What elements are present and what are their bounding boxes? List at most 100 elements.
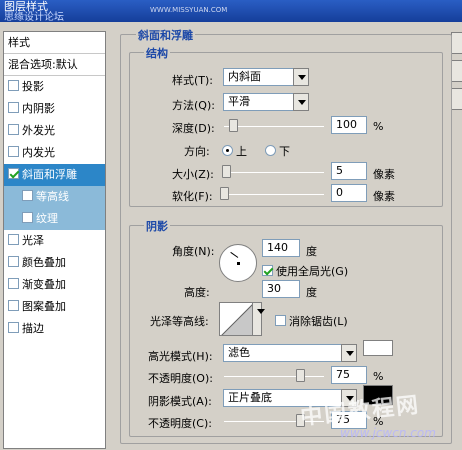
- gloss-contour-picker[interactable]: [219, 302, 253, 336]
- styles-list: 样式 混合选项:默认 投影 内阴影 外发光 内发光 斜面和浮雕 等高线 纹理 光…: [3, 31, 106, 449]
- highlight-mode-label: 高光模式(H):: [148, 350, 213, 363]
- soften-input[interactable]: 0: [331, 184, 367, 202]
- style-item-inner-shadow[interactable]: 内阴影: [4, 98, 105, 120]
- highlight-opacity-thumb[interactable]: [296, 369, 305, 382]
- blending-options-item[interactable]: 混合选项:默认: [4, 54, 105, 76]
- antialiased-checkbox[interactable]: [275, 315, 286, 326]
- global-light-checkbox-row[interactable]: 使用全局光(G): [262, 263, 348, 279]
- style-item-outer-glow[interactable]: 外发光: [4, 120, 105, 142]
- outer-glow-checkbox[interactable]: [8, 124, 19, 135]
- stroke-checkbox[interactable]: [8, 322, 19, 333]
- highlight-mode-select[interactable]: 滤色: [223, 344, 357, 362]
- style-item-satin[interactable]: 光泽: [4, 230, 105, 252]
- style-item-bevel-emboss[interactable]: 斜面和浮雕: [4, 164, 105, 186]
- style-item-gradient-overlay[interactable]: 渐变叠加: [4, 274, 105, 296]
- highlight-opacity-label: 不透明度(O):: [148, 372, 213, 385]
- highlight-color-swatch[interactable]: [363, 340, 393, 356]
- site-watermark-url: www.jcwcn.com: [340, 426, 436, 440]
- style-item-label: 纹理: [36, 212, 58, 225]
- size-input[interactable]: 5: [331, 162, 367, 180]
- style-item-color-overlay[interactable]: 颜色叠加: [4, 252, 105, 274]
- style-item-label: 颜色叠加: [22, 256, 66, 269]
- bevel-style-select[interactable]: 内斜面: [223, 68, 309, 86]
- texture-checkbox[interactable]: [22, 212, 33, 223]
- color-overlay-checkbox[interactable]: [8, 256, 19, 267]
- bevel-style-value: 内斜面: [228, 70, 261, 83]
- direction-up-label: 上: [236, 145, 247, 158]
- size-slider-track[interactable]: [224, 172, 324, 173]
- style-item-label: 等高线: [36, 190, 69, 203]
- style-item-texture[interactable]: 纹理: [4, 208, 105, 230]
- style-item-label: 投影: [22, 80, 44, 93]
- angle-unit: 度: [306, 245, 317, 258]
- chevron-down-icon[interactable]: [341, 344, 357, 362]
- style-item-label: 内发光: [22, 146, 55, 159]
- chevron-down-icon[interactable]: [252, 302, 265, 336]
- size-label: 大小(Z):: [172, 168, 214, 181]
- style-item-pattern-overlay[interactable]: 图案叠加: [4, 296, 105, 318]
- style-item-label: 外发光: [22, 124, 55, 137]
- chevron-down-icon[interactable]: [293, 68, 309, 86]
- shading-title: 阴影: [144, 218, 170, 234]
- style-item-contour[interactable]: 等高线: [4, 186, 105, 208]
- direction-up-radio[interactable]: 上: [222, 143, 247, 159]
- gradient-overlay-checkbox[interactable]: [8, 278, 19, 289]
- size-slider-thumb[interactable]: [222, 165, 231, 178]
- depth-slider-thumb[interactable]: [229, 119, 238, 132]
- style-item-inner-glow[interactable]: 内发光: [4, 142, 105, 164]
- style-item-stroke[interactable]: 描边: [4, 318, 105, 340]
- altitude-label: 高度:: [184, 286, 210, 299]
- angle-input[interactable]: 140: [262, 239, 300, 257]
- size-unit: 像素: [373, 168, 395, 181]
- style-item-label: 描边: [22, 322, 44, 335]
- ok-button[interactable]: [451, 32, 462, 54]
- gloss-contour-label: 光泽等高线:: [150, 315, 209, 328]
- inner-glow-checkbox[interactable]: [8, 146, 19, 157]
- chevron-down-icon[interactable]: [293, 93, 309, 111]
- direction-label: 方向:: [184, 145, 210, 158]
- soften-slider-thumb[interactable]: [220, 187, 229, 200]
- highlight-opacity-track[interactable]: [224, 376, 324, 377]
- bevel-emboss-title: 斜面和浮雕: [136, 27, 195, 43]
- technique-label: 方法(Q):: [172, 99, 215, 112]
- direction-down-label: 下: [279, 145, 290, 158]
- inner-shadow-checkbox[interactable]: [8, 102, 19, 113]
- direction-down-radio[interactable]: 下: [265, 143, 290, 159]
- cancel-button[interactable]: [451, 60, 462, 82]
- antialiased-checkbox-row[interactable]: 消除锯齿(L): [275, 313, 348, 329]
- altitude-input[interactable]: 30: [262, 280, 300, 298]
- soften-label: 软化(F):: [172, 190, 213, 203]
- radio-icon[interactable]: [222, 145, 233, 156]
- angle-label: 角度(N):: [172, 245, 215, 258]
- radio-icon[interactable]: [265, 145, 276, 156]
- style-item-label: 斜面和浮雕: [22, 168, 77, 181]
- bevel-emboss-checkbox[interactable]: [8, 168, 19, 179]
- style-label: 样式(T):: [172, 74, 214, 87]
- highlight-opacity-input[interactable]: 75: [331, 366, 367, 384]
- global-light-label: 使用全局光(G): [276, 265, 349, 278]
- pattern-overlay-checkbox[interactable]: [8, 300, 19, 311]
- style-item-label: 内阴影: [22, 102, 55, 115]
- global-light-checkbox[interactable]: [262, 265, 273, 276]
- new-style-button[interactable]: [451, 88, 462, 110]
- soften-slider-track[interactable]: [224, 194, 324, 195]
- style-item-label: 图案叠加: [22, 300, 66, 313]
- structure-title: 结构: [144, 45, 170, 61]
- shadow-opacity-label: 不透明度(C):: [148, 417, 212, 430]
- highlight-mode-value: 滤色: [228, 346, 250, 359]
- highlight-opacity-unit: %: [373, 370, 384, 383]
- drop-shadow-checkbox[interactable]: [8, 80, 19, 91]
- site-watermark: WWW.MISSYUAN.COM: [150, 6, 228, 14]
- technique-select[interactable]: 平滑: [223, 93, 309, 111]
- styles-header[interactable]: 样式: [4, 32, 105, 54]
- angle-dial[interactable]: [219, 244, 257, 282]
- depth-label: 深度(D):: [172, 122, 215, 135]
- style-item-drop-shadow[interactable]: 投影: [4, 76, 105, 98]
- depth-slider-track[interactable]: [224, 126, 324, 127]
- depth-input[interactable]: 100: [331, 116, 367, 134]
- shadow-mode-value: 正片叠底: [228, 391, 272, 404]
- satin-checkbox[interactable]: [8, 234, 19, 245]
- contour-checkbox[interactable]: [22, 190, 33, 201]
- angle-center: [237, 262, 240, 265]
- gloss-contour-dropdown[interactable]: [252, 302, 265, 336]
